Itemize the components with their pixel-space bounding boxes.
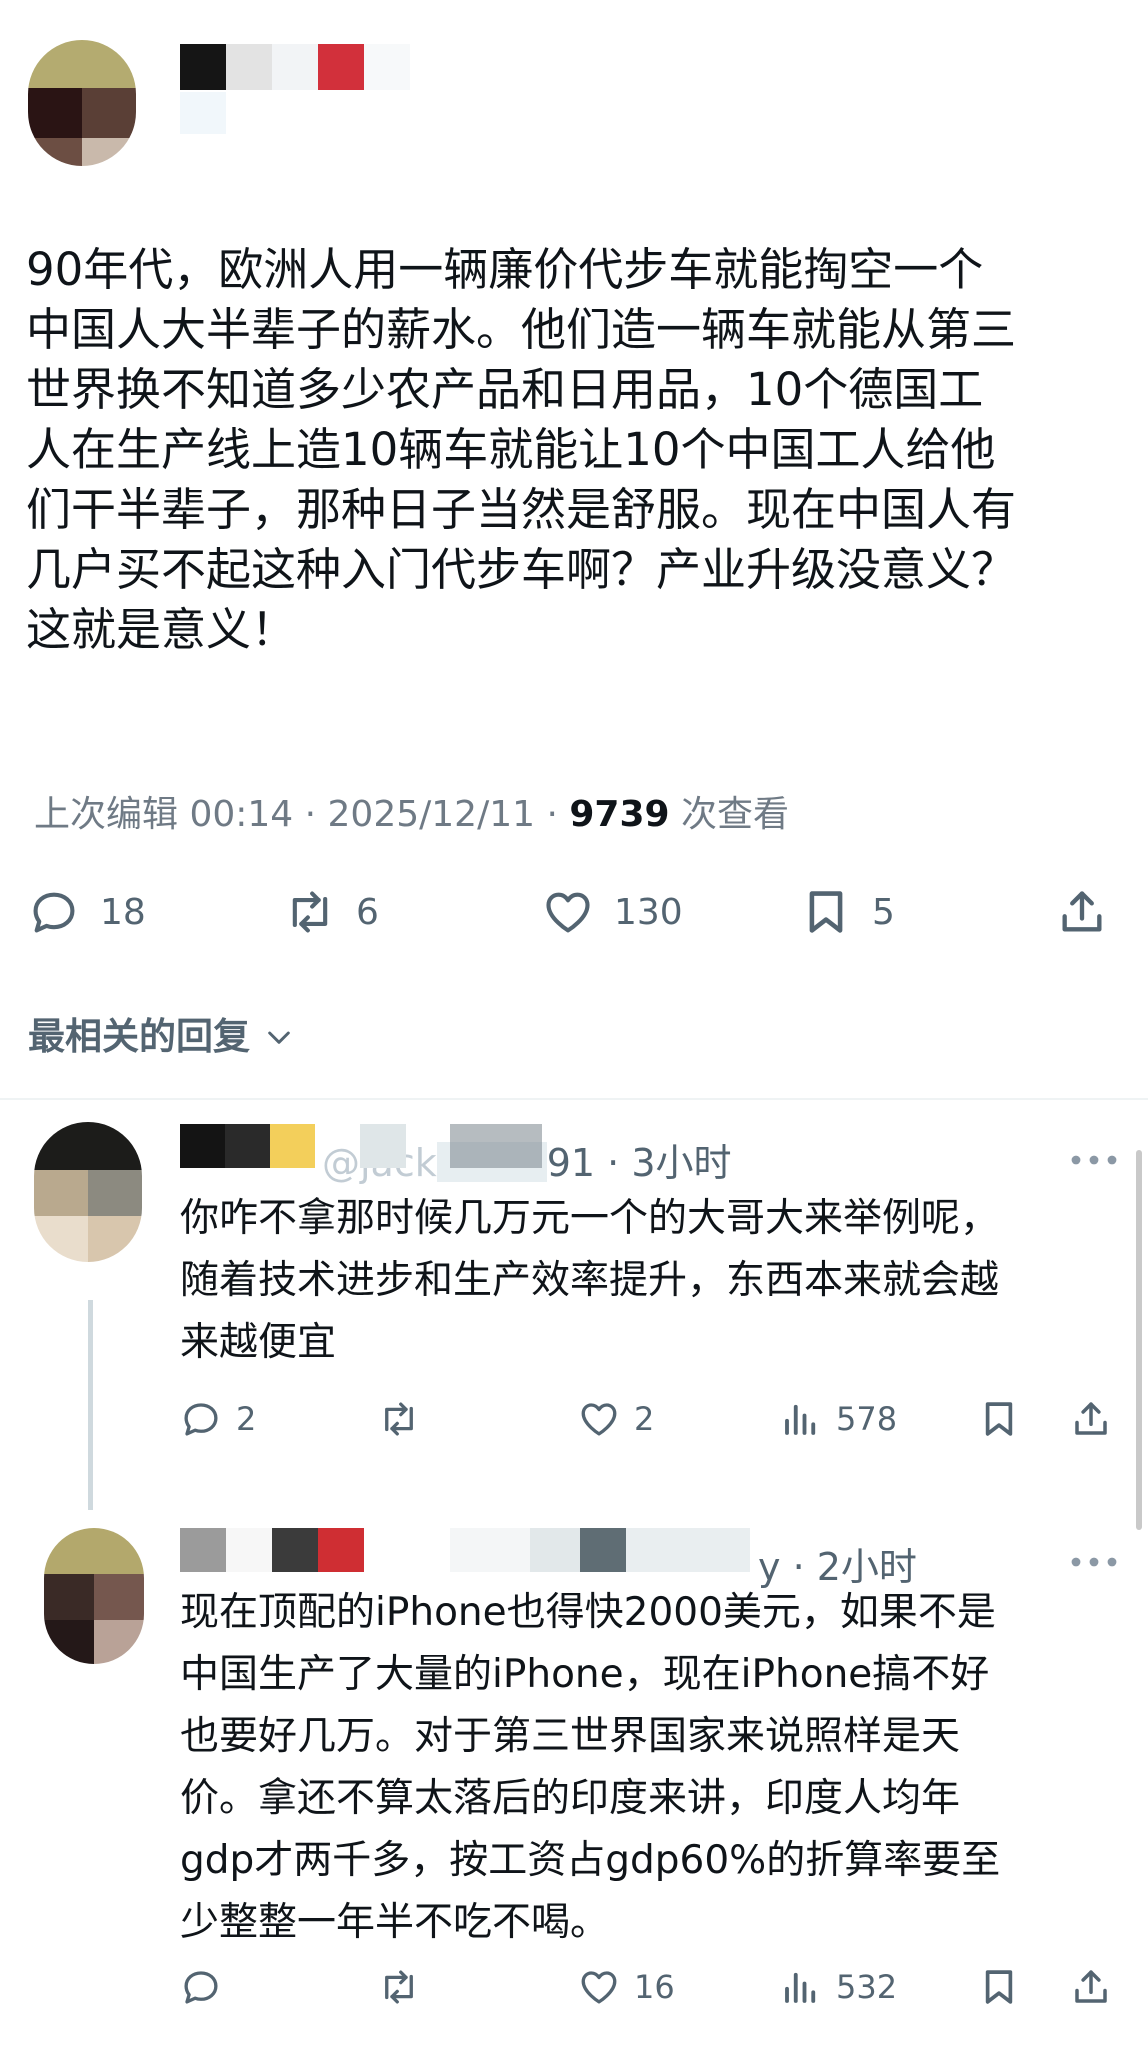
bookmark-icon — [985, 1970, 1013, 2004]
reply2-views-button[interactable]: 532 — [780, 1966, 897, 2008]
reply1-more-button[interactable] — [1070, 1132, 1118, 1178]
reply1-repost-button[interactable] — [378, 1398, 420, 1440]
reply-icon — [33, 892, 75, 933]
post-edited-time: 上次编辑 00:14 · 2025/12/11 · — [34, 794, 570, 835]
reply1-handle-time: 91 · 3小时 — [546, 1141, 732, 1185]
repost-icon — [292, 891, 328, 933]
chevron-down-icon — [268, 1031, 290, 1044]
repost-icon — [385, 1402, 413, 1436]
post-avatar[interactable] — [28, 40, 136, 166]
reply1-avatar[interactable] — [34, 1122, 142, 1262]
more-icon — [1071, 1557, 1117, 1567]
bookmark-icon — [985, 1402, 1013, 1436]
post-like-button[interactable]: 130 — [542, 886, 683, 938]
reply2-author-name[interactable] — [180, 1528, 364, 1572]
replies-sort-label: 最相关的回复 — [28, 1015, 250, 1058]
scrollbar-thumb[interactable] — [1136, 1150, 1142, 1530]
post-repost-button[interactable]: 6 — [284, 886, 379, 938]
thread-connector — [88, 1300, 93, 1510]
reply1-reply-button[interactable]: 2 — [180, 1398, 256, 1440]
reply2-avatar[interactable] — [44, 1528, 144, 1664]
reply1-handle-blur-2 — [450, 1124, 542, 1168]
reply2-like-count: 16 — [634, 1968, 675, 2006]
post-reply-count: 18 — [100, 891, 146, 933]
like-icon — [581, 1403, 617, 1436]
reply1-share-button[interactable] — [1070, 1398, 1112, 1440]
views-icon — [785, 1972, 816, 2003]
reply1-author-name[interactable] — [180, 1124, 315, 1168]
reply2-repost-button[interactable] — [378, 1966, 420, 2008]
more-icon — [1071, 1155, 1117, 1165]
post-like-count: 130 — [614, 891, 683, 933]
reply2-reply-button[interactable] — [180, 1966, 222, 2008]
bookmark-icon — [809, 891, 843, 933]
post-share-button[interactable] — [1056, 886, 1108, 938]
post-author-name[interactable] — [180, 44, 410, 90]
reply2-like-button[interactable]: 16 — [578, 1966, 675, 2008]
like-icon — [546, 892, 590, 933]
post-bookmark-count: 5 — [872, 891, 895, 933]
post-views-label: 次查看 — [669, 794, 789, 835]
reply1-reply-count: 2 — [236, 1400, 257, 1438]
reply2-share-button[interactable] — [1070, 1966, 1112, 2008]
reply1-text: 你咋不拿那时候几万元一个的大哥大来举例呢， 随着技术进步和生产效率提升，东西本来… — [180, 1196, 1000, 1365]
post-bookmark-button[interactable]: 5 — [800, 886, 895, 938]
post-text: 90年代，欧洲人用一辆廉价代步车就能掏空一个 中国人大半辈子的薪水。他们造一辆车… — [26, 243, 1017, 656]
share-icon — [1075, 1402, 1107, 1435]
reply1-views-count: 578 — [836, 1400, 898, 1438]
post-repost-count: 6 — [356, 891, 379, 933]
reply2-bookmark-button[interactable] — [978, 1966, 1020, 2008]
post-reply-button[interactable]: 18 — [28, 886, 146, 938]
share-icon — [1075, 1970, 1107, 2003]
share-icon — [1062, 891, 1102, 932]
reply-icon — [184, 1971, 218, 2004]
like-icon — [581, 1971, 617, 2004]
post-views-count: 9739 — [569, 794, 670, 835]
reply2-text: 现在顶配的iPhone也得快2000美元，如果不是 中国生产了大量的iPhone… — [180, 1590, 1001, 1945]
reply1-like-button[interactable]: 2 — [578, 1398, 654, 1440]
reply1-bookmark-button[interactable] — [978, 1398, 1020, 1440]
reply1-handle-blur — [360, 1124, 406, 1168]
reply-icon — [184, 1403, 218, 1436]
reply1-views-button[interactable]: 578 — [780, 1398, 897, 1440]
reply2-handle-blur — [450, 1528, 750, 1572]
repost-icon — [385, 1970, 413, 2004]
reply2-views-count: 532 — [836, 1968, 898, 2006]
reply2-more-button[interactable] — [1070, 1534, 1118, 1580]
reply1-like-count: 2 — [634, 1400, 655, 1438]
post-meta: 上次编辑 00:14 · 2025/12/11 · 9739 次查看 — [34, 785, 789, 837]
section-divider — [0, 1098, 1148, 1100]
replies-sort-dropdown[interactable]: 最相关的回复 — [28, 1006, 295, 1060]
views-icon — [785, 1404, 816, 1435]
post-author-handle[interactable] — [180, 92, 226, 134]
